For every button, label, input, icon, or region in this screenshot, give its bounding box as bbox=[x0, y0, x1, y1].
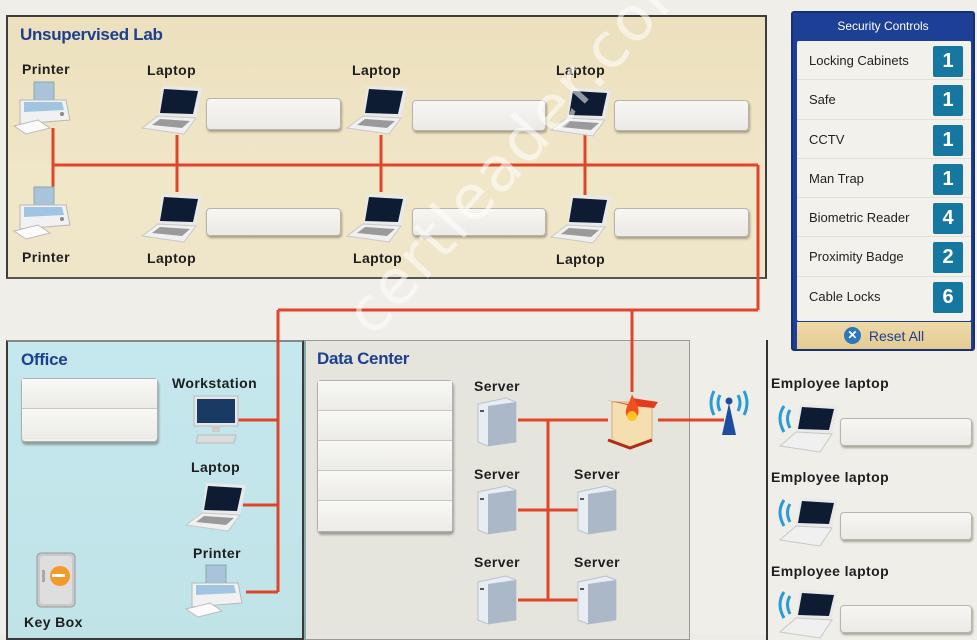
lab-dropzone-t1[interactable] bbox=[206, 98, 341, 130]
server-icon[interactable] bbox=[476, 574, 518, 626]
dc-drop-slot[interactable] bbox=[318, 411, 452, 441]
employee-laptop-dropzone[interactable] bbox=[840, 605, 972, 633]
dc-server-label: Server bbox=[574, 554, 620, 570]
laptop-icon[interactable] bbox=[184, 481, 246, 533]
lab-laptop-label: Laptop bbox=[556, 62, 606, 78]
control-label: Safe bbox=[809, 92, 836, 108]
dc-drop-slot[interactable] bbox=[318, 501, 452, 531]
control-count-badge[interactable]: 4 bbox=[933, 203, 963, 235]
security-controls-title: Security Controls bbox=[837, 19, 929, 33]
wireless-laptop-icon[interactable] bbox=[776, 494, 838, 548]
security-controls-list: Locking Cabinets 1 Safe 1 CCTV 1 Man Tra… bbox=[797, 41, 971, 321]
simulation-canvas: Unsupervised Lab Office Data Center Prin… bbox=[0, 0, 977, 640]
control-count-badge[interactable]: 1 bbox=[933, 46, 963, 77]
office-keybox-label: Key Box bbox=[24, 614, 83, 630]
lab-dropzone-t2[interactable] bbox=[412, 100, 546, 131]
wireless-laptop-icon[interactable] bbox=[776, 586, 838, 640]
lab-dropzone-b3[interactable] bbox=[614, 208, 749, 237]
lab-laptop-label: Laptop bbox=[353, 250, 403, 266]
server-icon[interactable] bbox=[576, 574, 618, 626]
printer-icon[interactable] bbox=[12, 185, 74, 241]
office-printer-label: Printer bbox=[193, 545, 241, 561]
wireless-access-point-icon[interactable] bbox=[706, 385, 752, 437]
dc-server-label: Server bbox=[474, 554, 520, 570]
control-count-badge[interactable]: 1 bbox=[933, 124, 963, 156]
control-biometric-reader[interactable]: Biometric Reader 4 bbox=[797, 198, 971, 238]
laptop-icon[interactable] bbox=[140, 192, 202, 244]
control-count-badge[interactable]: 1 bbox=[933, 85, 963, 117]
control-label: Cable Locks bbox=[809, 288, 881, 304]
employee-laptop-label: Employee laptop bbox=[771, 375, 890, 391]
employee-laptop-dropzone[interactable] bbox=[840, 418, 972, 446]
close-circle-icon: ✕ bbox=[843, 327, 861, 344]
office-drop-slot[interactable] bbox=[22, 379, 157, 409]
control-label: Proximity Badge bbox=[809, 249, 904, 265]
employee-laptop-label: Employee laptop bbox=[771, 563, 890, 579]
office-dropzone[interactable] bbox=[21, 378, 158, 442]
lab-laptop-label: Laptop bbox=[556, 251, 606, 267]
server-icon[interactable] bbox=[476, 484, 518, 536]
dc-drop-slot[interactable] bbox=[318, 471, 452, 501]
control-label: Locking Cabinets bbox=[809, 53, 909, 68]
lab-printer-bottom-label: Printer bbox=[22, 249, 70, 265]
control-cable-locks[interactable]: Cable Locks 6 bbox=[797, 277, 971, 316]
printer-icon[interactable] bbox=[184, 563, 246, 619]
office-laptop-label: Laptop bbox=[191, 459, 241, 475]
security-controls-panel: Security Controls Locking Cabinets 1 Saf… bbox=[791, 11, 975, 351]
control-count-badge[interactable]: 1 bbox=[933, 163, 963, 195]
dc-server-label: Server bbox=[474, 378, 520, 394]
reset-all-button[interactable]: ✕ Reset All bbox=[797, 322, 971, 349]
lab-dropzone-b2[interactable] bbox=[412, 208, 546, 236]
control-label: CCTV bbox=[809, 131, 845, 147]
dc-server-label: Server bbox=[574, 466, 620, 482]
employee-laptop-dropzone[interactable] bbox=[840, 512, 972, 540]
lab-dropzone-b1[interactable] bbox=[206, 208, 341, 236]
zone-title-datacenter: Data Center bbox=[317, 349, 410, 368]
server-icon[interactable] bbox=[476, 396, 518, 448]
laptop-icon[interactable] bbox=[549, 86, 611, 138]
control-safe[interactable]: Safe 1 bbox=[797, 80, 971, 120]
lab-laptop-label: Laptop bbox=[147, 250, 197, 266]
wireless-laptop-icon[interactable] bbox=[776, 400, 838, 454]
office-workstation-label: Workstation bbox=[172, 375, 258, 391]
control-label: Biometric Reader bbox=[809, 210, 910, 226]
datacenter-dropzone[interactable] bbox=[317, 380, 453, 532]
firewall-icon[interactable] bbox=[604, 388, 660, 450]
lab-laptop-label: Laptop bbox=[147, 62, 197, 78]
zone-title-office: Office bbox=[21, 350, 68, 369]
control-label: Man Trap bbox=[809, 170, 864, 186]
server-icon[interactable] bbox=[576, 484, 618, 536]
control-locking-cabinets[interactable]: Locking Cabinets 1 bbox=[797, 41, 971, 81]
control-proximity-badge[interactable]: Proximity Badge 2 bbox=[797, 237, 971, 277]
control-man-trap[interactable]: Man Trap 1 bbox=[797, 159, 971, 199]
laptop-icon[interactable] bbox=[345, 192, 407, 244]
workstation-icon[interactable] bbox=[192, 395, 240, 447]
control-count-badge[interactable]: 6 bbox=[933, 281, 963, 313]
control-count-badge[interactable]: 2 bbox=[933, 242, 963, 274]
control-cctv[interactable]: CCTV 1 bbox=[797, 120, 971, 159]
lab-printer-top-label: Printer bbox=[22, 61, 70, 77]
laptop-icon[interactable] bbox=[345, 84, 407, 136]
dc-drop-slot[interactable] bbox=[318, 381, 452, 411]
key-box-icon[interactable] bbox=[36, 552, 76, 608]
office-drop-slot[interactable] bbox=[22, 409, 157, 439]
dc-server-label: Server bbox=[474, 466, 520, 482]
reset-all-label: Reset All bbox=[868, 327, 925, 344]
laptop-icon[interactable] bbox=[549, 193, 611, 245]
laptop-icon[interactable] bbox=[140, 84, 202, 136]
lab-laptop-label: Laptop bbox=[352, 62, 402, 78]
lab-dropzone-t3[interactable] bbox=[614, 100, 749, 131]
zone-title-lab: Unsupervised Lab bbox=[20, 25, 163, 44]
printer-icon[interactable] bbox=[12, 80, 74, 136]
dc-drop-slot[interactable] bbox=[318, 441, 452, 471]
employee-laptop-label: Employee laptop bbox=[771, 469, 890, 485]
